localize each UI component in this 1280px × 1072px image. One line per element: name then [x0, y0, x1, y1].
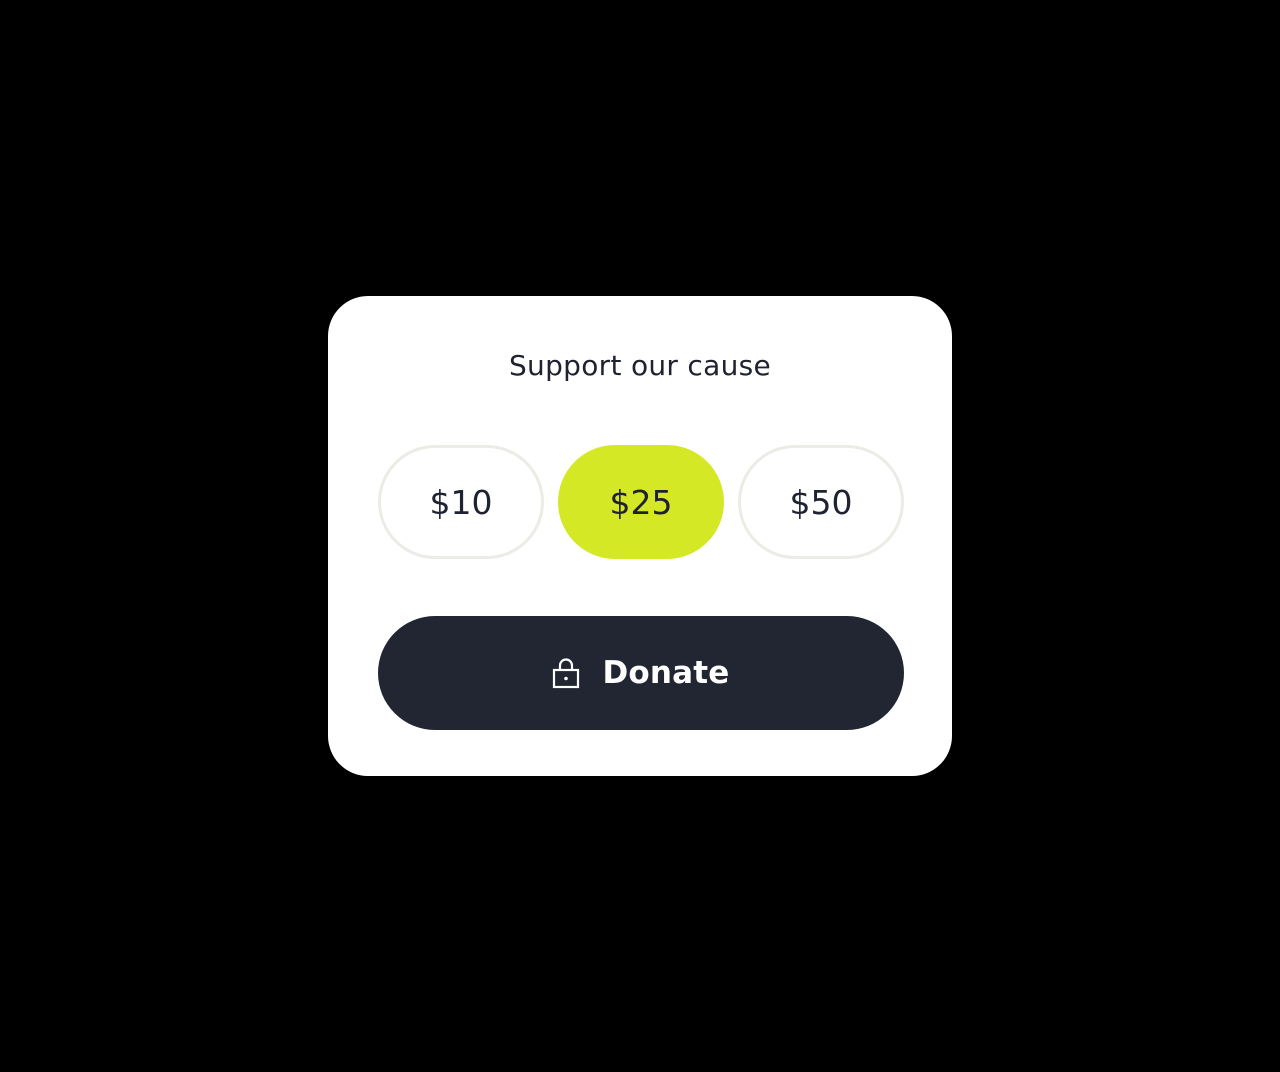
card-title: Support our cause: [508, 349, 772, 382]
donate-label: Donate: [602, 655, 730, 691]
donation-card: Support our cause $10 $25 $50 Donate: [328, 296, 952, 776]
amount-option-25[interactable]: $25: [558, 445, 724, 559]
donate-button[interactable]: Donate: [378, 616, 904, 730]
amount-option-50[interactable]: $50: [738, 445, 904, 559]
lock-icon: [553, 658, 580, 689]
amount-options: $10 $25 $50: [378, 445, 904, 559]
amount-option-10[interactable]: $10: [378, 445, 544, 559]
